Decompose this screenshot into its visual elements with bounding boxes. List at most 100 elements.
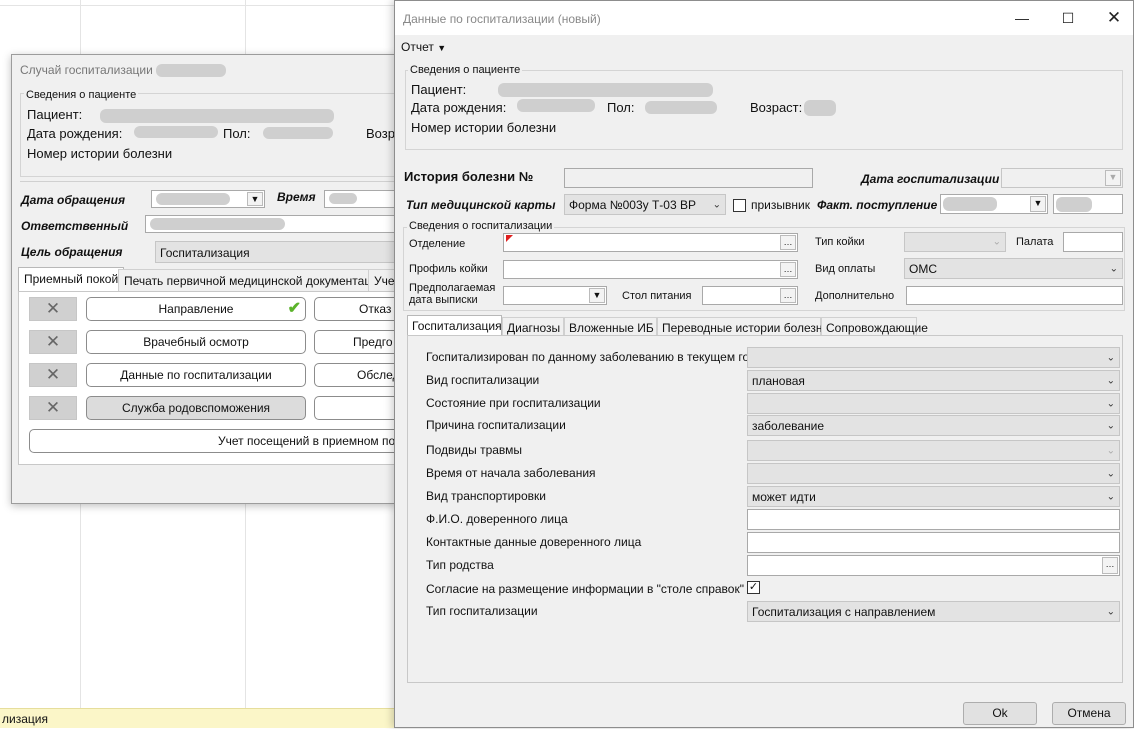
clear-button[interactable]: ✕ [29,363,77,387]
tab-reception[interactable]: Приемный покой [18,267,125,291]
hosp-row-label: Тип родства [426,558,494,572]
maximize-button[interactable]: ☐ [1045,1,1091,35]
examination-button[interactable]: Обслед [314,363,404,387]
bed-type-select[interactable]: ⌄ [904,232,1006,252]
hosp-row-lookup[interactable]: … [747,555,1120,576]
referral-button[interactable]: Направление ✔ [86,297,306,321]
chevron-down-icon: ⌄ [992,236,1001,248]
hosp-row-select[interactable]: плановая ⌄ [747,370,1120,391]
close-button[interactable]: ✕ [1091,1,1134,35]
hosp-row-select[interactable]: может идти ⌄ [747,486,1120,507]
chevron-down-icon[interactable]: ▼ [1030,196,1046,212]
ward-input[interactable] [1063,232,1123,252]
close-icon: ✕ [45,398,61,417]
tab-transfer-histories[interactable]: Переводные истории болезни [657,317,829,337]
hosp-row-input[interactable] [747,532,1120,553]
hosp-row-select[interactable]: ⌄ [747,393,1120,414]
hosp-row-select[interactable]: ⌄ [747,440,1120,461]
preop-button[interactable]: Предго [314,330,404,354]
chevron-down-icon[interactable]: ▼ [589,288,605,303]
extra-input[interactable] [906,286,1123,305]
redacted-patient-name [100,109,334,123]
extra-button[interactable] [314,396,404,420]
conscript-checkbox[interactable] [733,199,746,212]
close-icon: ✕ [45,332,61,351]
bed-profile-label: Профиль койки [409,263,488,275]
chevron-down-icon[interactable]: ▼ [247,192,263,206]
hosp-row-select[interactable]: ⌄ [747,347,1120,368]
ellipsis-icon[interactable]: … [780,262,796,277]
discharge-date-picker[interactable]: ▼ [503,286,607,305]
bed-profile-input[interactable]: … [503,260,798,279]
actual-arrival-time[interactable] [1053,194,1123,214]
close-icon: ✕ [45,299,61,318]
patient-group-label: Сведения о пациенте [24,89,139,101]
refusal-button[interactable]: Отказ о [314,297,404,321]
payment-select[interactable]: ОМС ⌄ [904,258,1123,279]
hosp-date-picker[interactable]: ▼ [1001,168,1123,188]
hosp-row-select[interactable]: заболевание ⌄ [747,415,1120,436]
tab-print-docs[interactable]: Печать первичной медицинской документаци… [118,269,391,291]
hospitalization-case-dialog: Случай госпитализации Сведения о пациент… [11,54,409,504]
obstetric-service-button[interactable]: Служба родовспоможения [86,396,306,420]
hosp-row-label: Ф.И.О. доверенного лица [426,512,568,526]
clear-button[interactable]: ✕ [29,330,77,354]
redacted-age [804,100,836,116]
responsible-label: Ответственный [21,219,129,233]
hospitalization-data-button[interactable]: Данные по госпитализации [86,363,306,387]
department-input[interactable]: … [503,233,798,252]
minimize-button[interactable]: — [999,1,1045,35]
caret-down-icon: ▼ [437,43,447,53]
ellipsis-icon[interactable]: … [1102,557,1118,574]
chevron-down-icon: ⌄ [1109,263,1118,274]
chevron-down-icon: ⌄ [1106,398,1115,409]
actual-arrival-date[interactable]: ▼ [940,194,1048,214]
redacted-sex [263,127,333,139]
chevron-down-icon: ⌄ [1106,375,1115,386]
hosp-row-label: Госпитализирован по данному заболеванию … [426,350,762,364]
diet-input[interactable]: … [702,286,798,305]
tab-nested-ib[interactable]: Вложенные ИБ [564,317,657,337]
status-bar: лизация [0,708,396,728]
patient-group-label: Сведения о пациенте [408,64,523,76]
menu-report[interactable]: Отчет ▼ [401,40,446,54]
ok-button[interactable]: Ok [963,702,1037,725]
tab-strip: Приемный покой Печать первичной медицинс… [18,267,406,293]
hosp-group-label: Сведения о госпитализации [407,220,555,232]
card-type-select[interactable]: Форма №003у Т-03 ВР ⌄ [564,194,726,215]
history-no-input[interactable] [564,168,813,188]
tab-strip: Госпитализация Диагнозы Вложенные ИБ Пер… [407,315,1123,337]
tab-hospitalization[interactable]: Госпитализация [407,315,502,337]
ellipsis-icon[interactable]: … [780,235,796,250]
redacted-dob [134,126,218,138]
doctor-exam-button[interactable]: Врачебный осмотр [86,330,306,354]
chevron-down-icon: ▼ [1105,170,1121,186]
sex-label: Пол: [607,100,635,115]
age-label: Возр [366,126,395,141]
chevron-down-icon: ⌄ [712,199,721,210]
consent-checkbox[interactable]: ✓ [747,581,760,594]
tab-diagnoses[interactable]: Диагнозы [502,317,564,337]
separator [20,181,398,182]
time-input[interactable] [324,190,398,208]
visit-date-picker[interactable]: ▼ [151,190,265,208]
visits-accounting-button[interactable]: Учет посещений в приемном поко [29,429,409,453]
responsible-input[interactable] [145,215,398,233]
clear-button[interactable]: ✕ [29,396,77,420]
dob-label: Дата рождения: [411,100,507,115]
diet-label: Стол питания [622,290,692,302]
hosp-row-value: плановая [752,374,805,388]
hosp-row-select[interactable]: ⌄ [747,463,1120,484]
hosp-row-input[interactable] [747,509,1120,530]
cancel-button[interactable]: Отмена [1052,702,1126,725]
hosp-date-label: Дата госпитализации [861,172,1000,186]
tab-companions[interactable]: Сопровождающие [821,317,928,337]
check-icon: ✔ [287,300,301,317]
hosp-row-select[interactable]: Госпитализация с направлением ⌄ [747,601,1120,622]
card-type-label: Тип медицинской карты [406,198,556,212]
purpose-select[interactable]: Госпитализация [155,241,398,263]
payment-label: Вид оплаты [815,263,876,275]
visit-date-label: Дата обращения [21,193,126,207]
clear-button[interactable]: ✕ [29,297,77,321]
ellipsis-icon[interactable]: … [780,288,796,303]
